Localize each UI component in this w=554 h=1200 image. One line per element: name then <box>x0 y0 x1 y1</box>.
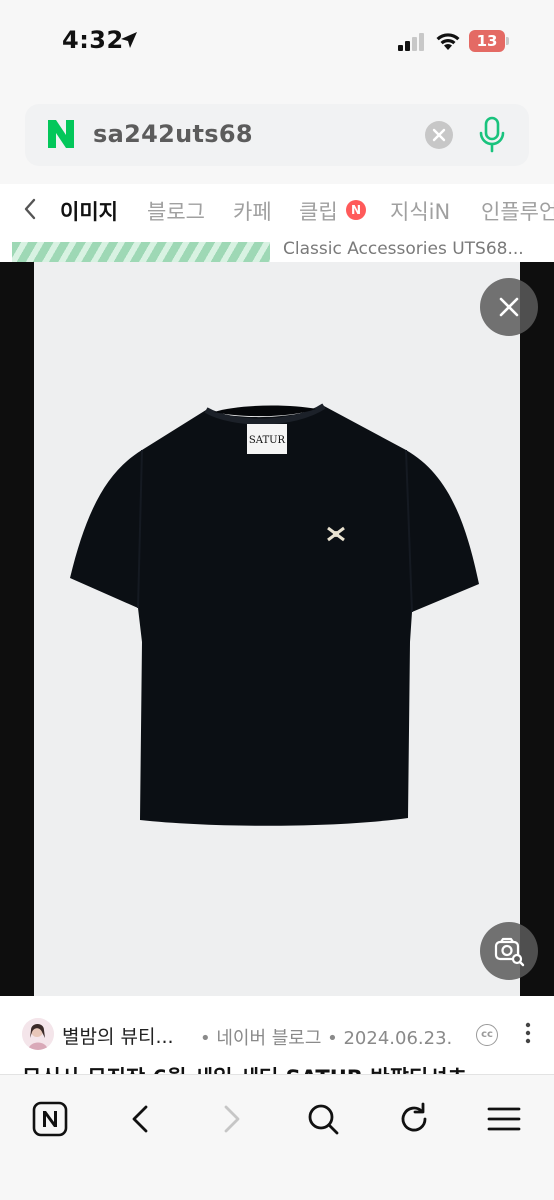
image-viewer: SATUR <box>0 262 554 996</box>
battery-cap <box>506 37 509 45</box>
tab-blog[interactable]: 블로그 <box>147 196 205 226</box>
cellular-signal-icon <box>398 33 424 51</box>
close-viewer-button[interactable] <box>480 278 538 336</box>
back-icon[interactable] <box>120 1099 160 1139</box>
close-icon <box>499 297 519 317</box>
image-search-button[interactable] <box>480 922 538 980</box>
source-and-date: • 네이버 블로그 • 2024.06.23. <box>200 1028 453 1049</box>
browser-toolbar <box>0 1074 554 1200</box>
author-name[interactable]: 별밤의 뷰티... <box>62 1022 174 1049</box>
tshirt-image: SATUR <box>70 403 479 826</box>
refresh-icon[interactable] <box>394 1099 434 1139</box>
battery-level: 13 <box>476 32 498 50</box>
author-avatar-image <box>22 1018 54 1050</box>
naver-home-icon[interactable] <box>30 1099 70 1139</box>
product-image[interactable]: SATUR <box>34 262 520 996</box>
location-arrow-icon <box>121 32 137 48</box>
tab-cafe[interactable]: 카페 <box>233 196 272 226</box>
avatar[interactable] <box>22 1018 54 1050</box>
search-icon[interactable] <box>303 1099 343 1139</box>
clear-icon <box>432 128 446 142</box>
search-input[interactable]: sa242uts68 <box>25 104 529 166</box>
tab-knowledge-in[interactable]: 지식iN <box>390 196 450 226</box>
battery-indicator: 13 <box>469 30 509 52</box>
status-time: 4:32 <box>62 26 124 54</box>
creative-commons-icon: cc <box>476 1024 498 1046</box>
forward-icon[interactable] <box>212 1099 252 1139</box>
back-chevron-icon[interactable] <box>20 196 40 222</box>
search-area: sa242uts68 <box>0 84 554 184</box>
tab-images[interactable]: 이미지 <box>60 196 118 226</box>
tab-influencer[interactable]: 인플루언 <box>481 196 554 226</box>
wifi-icon <box>436 33 460 50</box>
microphone-icon[interactable] <box>477 116 507 154</box>
result-meta: 별밤의 뷰티... • 네이버 블로그 • 2024.06.23. cc 무신사… <box>0 996 554 1076</box>
underlying-result-peek: Classic Accessories UTS68... <box>0 236 554 262</box>
menu-icon[interactable] <box>484 1099 524 1139</box>
status-bar: 4:32 13 <box>0 0 554 84</box>
brand-label-text: SATUR <box>249 435 286 446</box>
naver-logo-icon[interactable] <box>45 117 77 151</box>
clear-search-button[interactable] <box>425 121 453 149</box>
more-vertical-icon[interactable] <box>524 1022 532 1044</box>
image-search-icon <box>494 937 525 967</box>
new-badge: N <box>346 200 366 220</box>
result-thumbnail[interactable] <box>12 242 270 262</box>
result-caption[interactable]: Classic Accessories UTS68... <box>283 239 524 259</box>
search-query[interactable]: sa242uts68 <box>93 120 253 148</box>
tab-clip[interactable]: 클립 <box>299 196 338 226</box>
search-tabs: 이미지 블로그 카페 클립 N 지식iN 인플루언 <box>0 184 554 236</box>
